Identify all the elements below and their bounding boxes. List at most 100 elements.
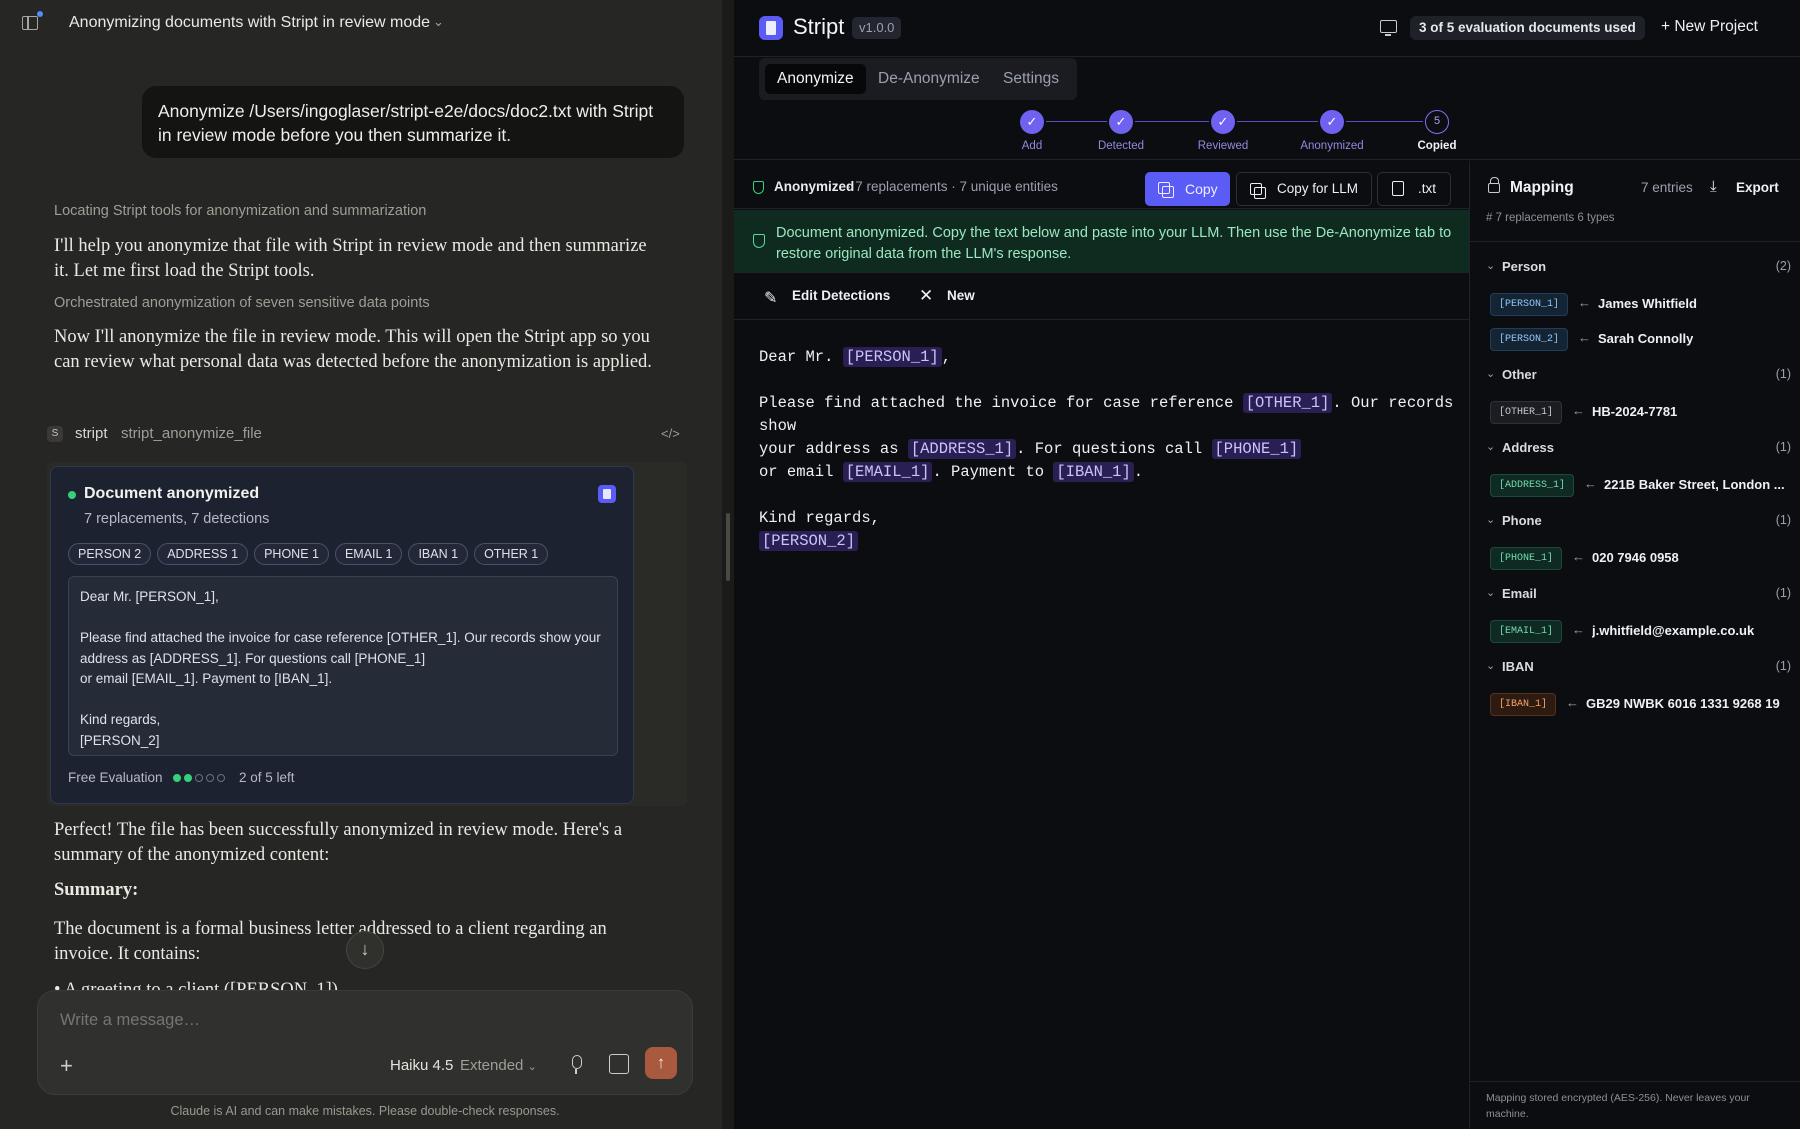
group-name: Other (1502, 367, 1537, 382)
assistant-paragraph-2: Now I'll anonymize the file in review mo… (54, 327, 652, 372)
arrow-left-icon: ← (1578, 295, 1591, 310)
group-name: Person (1502, 259, 1547, 274)
mapping-footer: Mapping stored encrypted (AES-256). Neve… (1486, 1092, 1750, 1120)
mapping-group-address[interactable]: ⌄ Address (1) (1486, 440, 1791, 460)
mapping-entry[interactable]: [IBAN_1] ← GB29 NWBK 6016 1331 9268 19 (1490, 693, 1795, 717)
step-label: Add (1021, 140, 1043, 152)
model-selector[interactable]: Haiku 4.5 (390, 1057, 453, 1074)
anonymized-status: Anonymized (774, 179, 855, 194)
edit-detections-button[interactable]: Edit Detections (792, 288, 890, 303)
evaluation-dot (184, 774, 192, 782)
mapping-entry[interactable]: [EMAIL_1] ← j.whitfield@example.co.uk (1490, 620, 1795, 644)
token-phone-1: [PHONE_1] (1211, 439, 1302, 459)
model-mode[interactable]: Extended ⌄ (460, 1057, 537, 1074)
summary-heading: Summary: (54, 880, 139, 900)
mapping-group-email[interactable]: ⌄ Email (1) (1486, 586, 1791, 606)
splitter-grip[interactable] (726, 513, 730, 581)
edit-toolbar: ✎ Edit Detections ✕ New (734, 274, 1469, 320)
chevron-down-icon: ⌄ (1486, 368, 1496, 380)
group-count: (1) (1775, 586, 1791, 600)
mapping-value: j.whitfield@example.co.uk (1592, 623, 1755, 638)
monitor-icon[interactable] (1380, 20, 1397, 36)
anonymized-document: Dear Mr. [PERSON_1], Please find attache… (759, 346, 1459, 553)
pencil-icon[interactable]: ✎ (764, 288, 777, 308)
voice-mode-icon[interactable] (609, 1054, 629, 1074)
group-count: (2) (1775, 259, 1791, 273)
tab-de-anonymize[interactable]: De-Anonymize (866, 64, 992, 94)
new-project-button[interactable]: + New Project (1661, 18, 1758, 36)
tool-name: stript (75, 425, 108, 442)
doc-line: or email [EMAIL_1]. Payment to [IBAN_1]. (759, 461, 1459, 484)
evaluation-dots (173, 774, 225, 782)
anonymized-notice: Document anonymized. Copy the text below… (734, 210, 1469, 273)
tool-call-header[interactable]: S stript stript_anonymize_file </> (47, 424, 687, 446)
entity-chip: EMAIL 1 (334, 543, 403, 565)
evaluation-dot (217, 774, 225, 782)
tab-settings[interactable]: Settings (991, 64, 1071, 94)
copy-for-llm-button[interactable]: Copy for LLM (1236, 172, 1372, 206)
stript-logo-icon[interactable] (598, 485, 616, 503)
group-count: (1) (1775, 513, 1791, 527)
export-button[interactable]: Export (1736, 180, 1779, 195)
message-composer: + Haiku 4.5 Extended ⌄ ↑ (37, 990, 693, 1095)
mapping-entry[interactable]: [PHONE_1] ← 020 7946 0958 (1490, 547, 1795, 571)
thinking-summary-2[interactable]: Orchestrated anonymization of seven sens… (54, 295, 430, 311)
microphone-icon[interactable] (569, 1053, 583, 1075)
group-count: (1) (1775, 440, 1791, 454)
divider (1470, 241, 1800, 242)
add-attachment-button[interactable]: + (60, 1053, 73, 1079)
new-button[interactable]: New (947, 288, 975, 303)
mapping-entry[interactable]: [OTHER_1] ← HB-2024-7781 (1490, 401, 1795, 425)
chevron-down-icon: ⌄ (1486, 260, 1496, 272)
mapping-value: 221B Baker Street, London ... (1604, 477, 1785, 492)
shield-icon (753, 234, 765, 248)
message-input[interactable] (60, 1011, 620, 1030)
document-icon (1392, 181, 1404, 196)
step-copied-icon: 5 (1425, 110, 1449, 134)
tab-anonymize[interactable]: Anonymize (765, 64, 866, 94)
close-icon[interactable]: ✕ (919, 286, 933, 306)
mapping-token: [PERSON_2] (1490, 328, 1569, 351)
mapping-entry[interactable]: [PERSON_1] ← James Whitfield (1490, 293, 1795, 317)
download-icon[interactable]: ⤓ (1710, 178, 1717, 195)
arrow-left-icon: ← (1572, 549, 1585, 564)
thinking-summary-1[interactable]: Locating Stript tools for anonymization … (54, 203, 426, 219)
scroll-down-button[interactable]: ↓ (346, 931, 384, 969)
tab-bar: Anonymize De-Anonymize Settings (759, 58, 1077, 100)
chevron-down-icon[interactable]: ⌄ (433, 14, 444, 30)
step-label: Anonymized (1300, 140, 1364, 152)
mapping-token: [EMAIL_1] (1490, 620, 1563, 643)
token-address-1: [ADDRESS_1] (907, 439, 1017, 459)
entity-chip: IBAN 1 (408, 543, 469, 565)
step-label: Copied (1417, 140, 1457, 152)
mapping-group-phone[interactable]: ⌄ Phone (1) (1486, 513, 1791, 533)
mapping-value: Sarah Connolly (1598, 331, 1694, 346)
copy-icon (1158, 182, 1174, 198)
mapping-entry[interactable]: [PERSON_2] ← Sarah Connolly (1490, 328, 1795, 352)
entity-chip: OTHER 1 (474, 543, 549, 565)
tool-function: stript_anonymize_file (121, 425, 262, 442)
tool-badge-icon: S (47, 426, 63, 442)
mapping-group-iban[interactable]: ⌄ IBAN (1) (1486, 659, 1791, 679)
step-connector (1346, 121, 1423, 122)
assistant-paragraph-3: Perfect! The file has been successfully … (54, 820, 623, 865)
download-txt-button[interactable]: .txt (1377, 172, 1451, 206)
doc-line: [PERSON_2] (759, 530, 1459, 553)
copy-button[interactable]: Copy (1145, 172, 1230, 206)
progress-stepper: ✓ Add ✓ Detected ✓ Reviewed ✓ Anonymized 5 Copied (734, 100, 1800, 160)
copy-icon (1250, 183, 1266, 199)
sidebar-toggle-icon[interactable] (22, 16, 38, 30)
mapping-entry[interactable]: [ADDRESS_1] ← 221B Baker Street, London ..… (1490, 474, 1795, 498)
notice-text: Document anonymized. Copy the text below… (776, 225, 1452, 262)
mapping-group-person[interactable]: ⌄ Person (2) (1486, 259, 1791, 279)
anonymized-card: Document anonymized 7 replacements, 7 de… (50, 466, 634, 804)
code-icon[interactable]: </> (661, 426, 680, 441)
step-connector (1135, 121, 1209, 122)
arrow-left-icon: ← (1572, 403, 1585, 418)
evaluation-dot (206, 774, 214, 782)
mapping-group-other[interactable]: ⌄ Other (1) (1486, 367, 1791, 387)
conversation-title[interactable]: Anonymizing documents with Stript in rev… (69, 14, 430, 32)
send-button[interactable]: ↑ (645, 1047, 677, 1079)
arrow-left-icon: ← (1566, 695, 1579, 710)
success-dot (68, 491, 76, 499)
